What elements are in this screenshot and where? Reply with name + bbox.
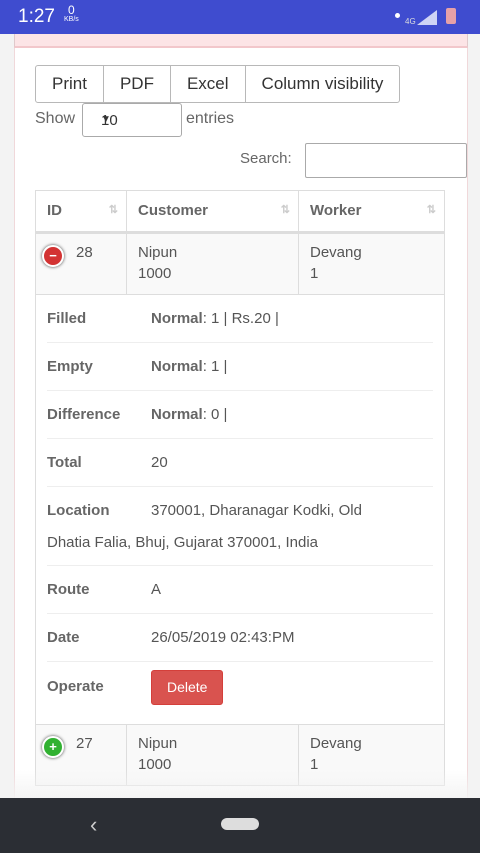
status-bar: 1:27 0 KB/s 4G xyxy=(0,0,480,34)
worker-name: Devang xyxy=(310,244,362,261)
detail-location: Location 370001, Dharanagar Kodki, Old Dh… xyxy=(47,487,433,566)
chevron-down-icon: ▼ xyxy=(101,114,111,125)
search-input[interactable] xyxy=(305,143,467,178)
detail-value: Normal: 0 | xyxy=(151,406,228,423)
worker-name: Devang xyxy=(310,735,362,752)
detail-label: Route xyxy=(47,581,90,598)
row-details: Filled Normal: 1 | Rs.20 | Empty Normal: 1… xyxy=(36,295,444,725)
column-header-id[interactable]: ID ⇅ xyxy=(36,191,127,231)
detail-date: Date 26/05/2019 02:43:PM xyxy=(47,614,433,662)
detail-value: Normal: 1 | Rs.20 | xyxy=(151,310,279,327)
column-header-label: ID xyxy=(47,202,62,219)
data-table: ID ⇅ Customer ⇅ Worker ⇅ − 28 Nipun 1000… xyxy=(35,190,445,786)
status-time: 1:27 xyxy=(18,6,55,27)
customer-name: Nipun xyxy=(138,735,178,752)
detail-total: Total 20 xyxy=(47,439,433,487)
detail-value: Normal: 1 | xyxy=(151,358,228,375)
print-button[interactable]: Print xyxy=(36,66,104,102)
battery-icon xyxy=(446,8,456,24)
detail-value: A xyxy=(151,581,162,598)
delete-button[interactable]: Delete xyxy=(151,669,224,705)
network-speed-value: 0 xyxy=(68,3,75,17)
detail-label: Location xyxy=(47,502,110,519)
export-button-group: Print PDF Excel Column visibility xyxy=(35,65,401,103)
show-label: Show xyxy=(35,110,76,127)
detail-value-continued: Dhatia Falia, Bhuj, Gujarat 370001, Indi… xyxy=(47,534,319,551)
navigation-bar: ‹ xyxy=(0,798,480,853)
network-speed: 0 KB/s xyxy=(64,3,79,25)
worker-number: 1 xyxy=(310,265,319,282)
notification-dot-icon xyxy=(395,13,400,18)
cell-customer: Nipun 1000 xyxy=(127,234,299,294)
column-header-label: Customer xyxy=(138,202,209,219)
customer-name: Nipun xyxy=(138,244,178,261)
minus-circle-icon[interactable]: − xyxy=(42,245,64,267)
detail-operate: Operate Delete xyxy=(47,662,433,724)
column-header-customer[interactable]: Customer ⇅ xyxy=(127,191,299,231)
detail-label: Empty xyxy=(47,358,93,375)
entries-select[interactable]: 10 ▼ xyxy=(82,103,182,137)
back-chevron-icon[interactable]: ‹ xyxy=(90,812,97,838)
row-id: 28 xyxy=(76,244,93,261)
scroll-fade xyxy=(0,770,480,798)
column-header-label: Worker xyxy=(310,202,362,219)
pdf-button[interactable]: PDF xyxy=(104,66,171,102)
signal-icon: 4G xyxy=(405,10,437,26)
detail-label: Operate xyxy=(47,678,104,695)
detail-value: 26/05/2019 02:43:PM xyxy=(151,629,295,646)
detail-filled: Filled Normal: 1 | Rs.20 | xyxy=(47,295,433,343)
network-speed-unit: KB/s xyxy=(64,16,79,23)
sort-icon: ⇅ xyxy=(280,204,290,216)
detail-label: Filled xyxy=(47,310,87,327)
detail-value: 370001, Dharanagar Kodki, Old xyxy=(151,502,362,519)
svg-text:4G: 4G xyxy=(405,17,416,26)
cell-worker: Devang 1 xyxy=(299,234,444,294)
table-row[interactable]: − 28 Nipun 1000 Devang 1 xyxy=(36,234,444,295)
customer-number: 1000 xyxy=(138,265,172,282)
column-header-worker[interactable]: Worker ⇅ xyxy=(299,191,444,231)
sort-icon: ⇅ xyxy=(426,204,436,216)
table-header: ID ⇅ Customer ⇅ Worker ⇅ xyxy=(36,190,444,234)
excel-button[interactable]: Excel xyxy=(171,66,246,102)
detail-empty: Empty Normal: 1 | xyxy=(47,343,433,391)
home-pill-icon[interactable] xyxy=(221,818,259,830)
collapsed-panel-header xyxy=(14,34,468,48)
plus-circle-icon[interactable]: + xyxy=(42,736,64,758)
detail-route: Route A xyxy=(47,566,433,614)
search-label: Search: xyxy=(240,150,292,167)
detail-label: Difference xyxy=(47,406,121,423)
column-visibility-button[interactable]: Column visibility xyxy=(246,66,400,102)
sort-icon: ⇅ xyxy=(108,204,118,216)
detail-label: Total xyxy=(47,454,82,471)
cell-id: − 28 xyxy=(36,234,127,294)
row-id: 27 xyxy=(76,735,93,752)
detail-value: 20 xyxy=(151,454,168,471)
entries-label: entries xyxy=(186,110,235,127)
detail-difference: Difference Normal: 0 | xyxy=(47,391,433,439)
detail-label: Date xyxy=(47,629,80,646)
